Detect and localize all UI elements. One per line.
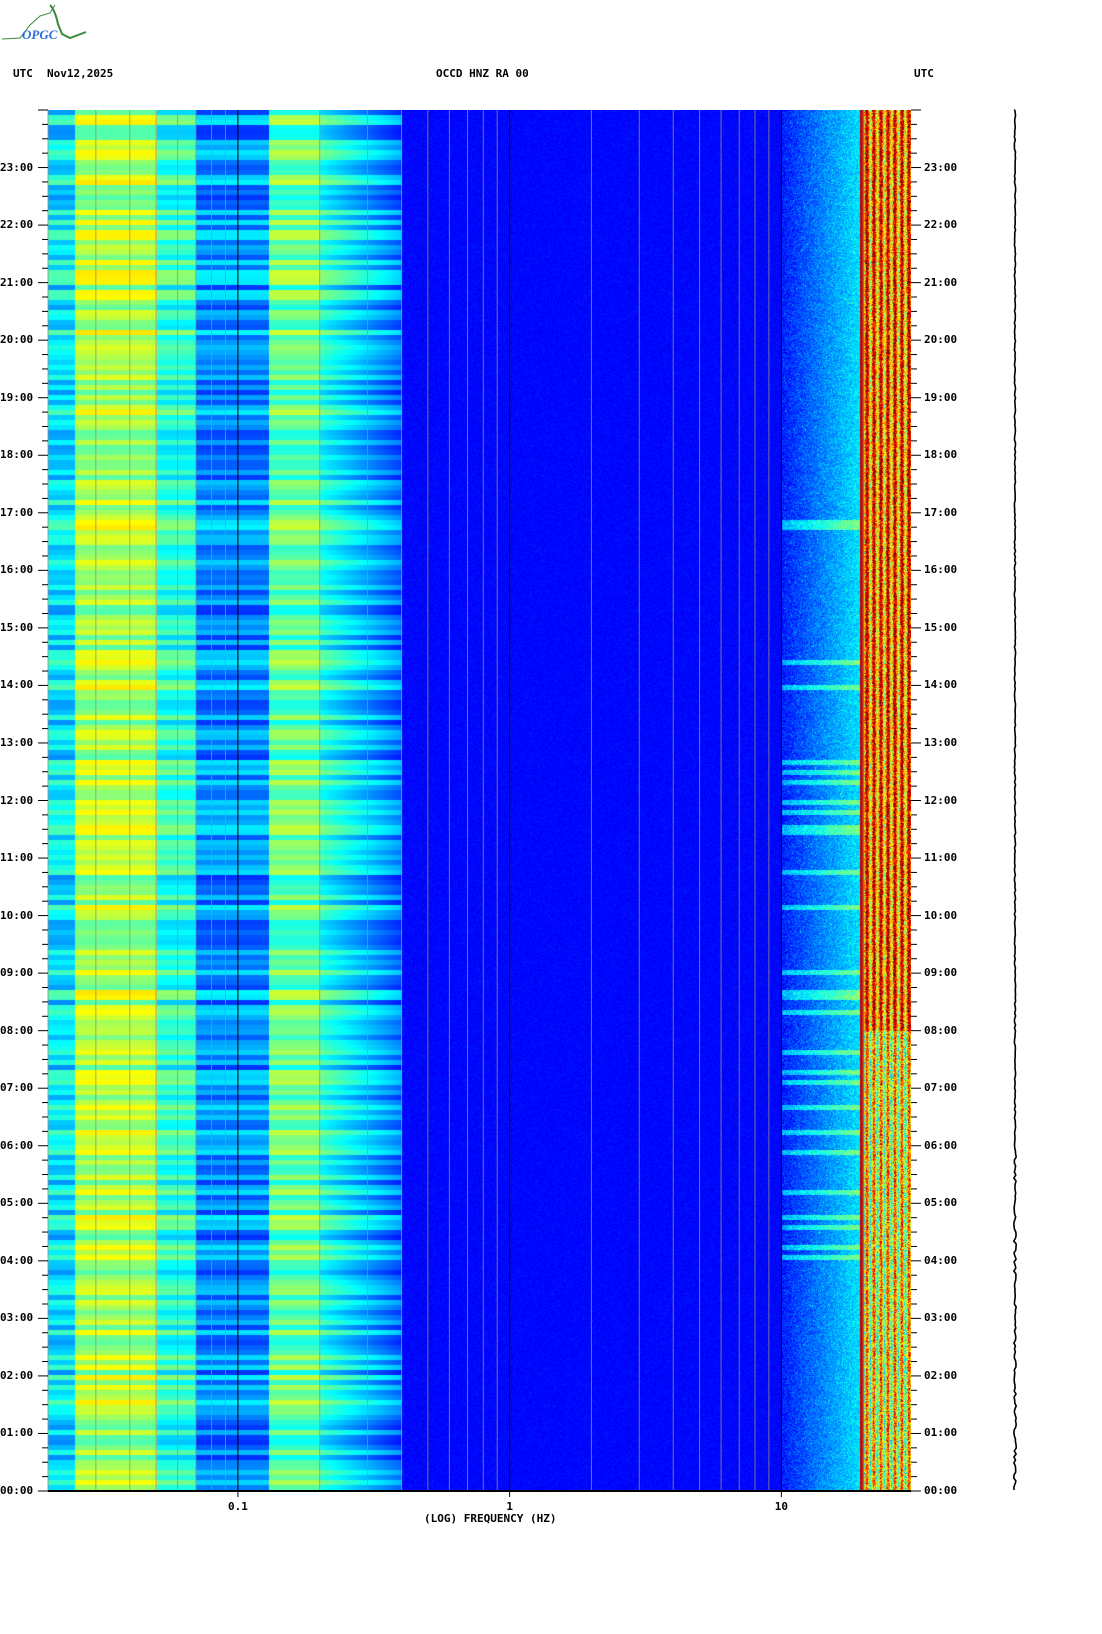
y-tick-label-left: 06:00	[0, 1138, 34, 1152]
y-tick-label-left: 15:00	[0, 620, 34, 634]
y-tick-label-left: 21:00	[0, 275, 34, 289]
y-tick-label-right: 07:00	[924, 1081, 958, 1095]
y-tick-label-right: 05:00	[924, 1196, 958, 1210]
y-tick-label-right: 18:00	[924, 448, 958, 462]
y-tick-label-right: 01:00	[924, 1426, 958, 1440]
y-tick-label-right: 14:00	[924, 678, 958, 692]
y-tick-label-left: 07:00	[0, 1081, 34, 1095]
y-tick-label-right: 12:00	[924, 793, 958, 807]
y-tick-label-left: 00:00	[0, 1484, 34, 1497]
y-tick-label-right: 16:00	[924, 563, 958, 577]
y-tick-label-left: 04:00	[0, 1253, 34, 1267]
y-tick-label-left: 18:00	[0, 448, 34, 462]
y-tick-label-left: 16:00	[0, 563, 34, 577]
y-tick-label-right: 08:00	[924, 1023, 958, 1037]
y-tick-label-right: 15:00	[924, 620, 958, 634]
y-tick-label-left: 14:00	[0, 678, 34, 692]
y-tick-label-right: 09:00	[924, 966, 958, 980]
y-tick-label-left: 05:00	[0, 1196, 34, 1210]
y-tick-label-left: 22:00	[0, 218, 34, 232]
y-tick-label-right: 03:00	[924, 1311, 958, 1325]
y-tick-label-left: 12:00	[0, 793, 34, 807]
y-tick-label-left: 23:00	[0, 160, 34, 174]
y-tick-label-right: 20:00	[924, 333, 958, 347]
spectrogram-page: OPGC UTC Nov12,2025 OCCD HNZ RA 00 UTC 0…	[0, 0, 1102, 1634]
x-tick-label: 10	[774, 1500, 788, 1513]
axes-overlay	[38, 109, 1018, 1497]
y-tick-label-right: 06:00	[924, 1138, 958, 1152]
y-tick-label-left: 08:00	[0, 1023, 34, 1037]
x-axis-label: (LOG) FREQUENCY (HZ)	[424, 1512, 557, 1525]
y-tick-label-left: 19:00	[0, 390, 34, 404]
y-tick-label-right: 00:00	[924, 1484, 958, 1497]
y-tick-label-right: 23:00	[924, 160, 958, 174]
y-tick-label-right: 10:00	[924, 908, 958, 922]
y-tick-label-right: 17:00	[924, 505, 958, 519]
y-tick-label-right: 21:00	[924, 275, 958, 289]
seismogram-trace	[1012, 109, 1018, 1491]
x-tick-label: 0.1	[227, 1500, 248, 1513]
y-tick-label-left: 09:00	[0, 966, 34, 980]
y-tick-label-left: 02:00	[0, 1368, 34, 1382]
y-tick-label-left: 17:00	[0, 505, 34, 519]
y-tick-label-right: 04:00	[924, 1253, 958, 1267]
y-tick-label-right: 22:00	[924, 218, 958, 232]
y-tick-label-left: 11:00	[0, 851, 34, 865]
y-tick-label-left: 03:00	[0, 1311, 34, 1325]
y-tick-label-right: 13:00	[924, 735, 958, 749]
y-tick-label-right: 11:00	[924, 851, 958, 865]
y-tick-label-left: 10:00	[0, 908, 34, 922]
y-tick-label-left: 20:00	[0, 333, 34, 347]
y-tick-label-right: 02:00	[924, 1368, 958, 1382]
y-tick-label-left: 13:00	[0, 735, 34, 749]
y-tick-label-left: 01:00	[0, 1426, 34, 1440]
y-tick-label-right: 19:00	[924, 390, 958, 404]
